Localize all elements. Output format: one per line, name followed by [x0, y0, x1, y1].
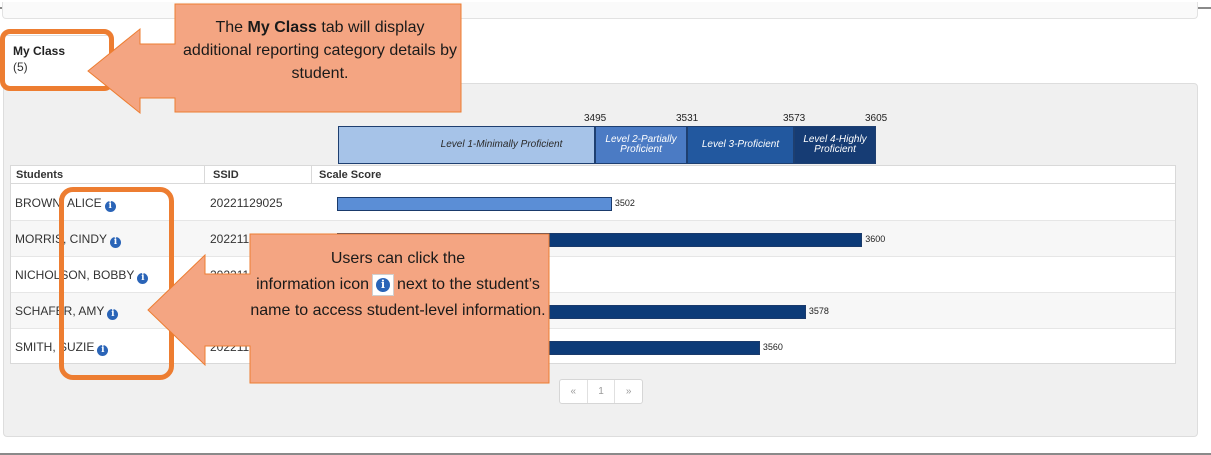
callout-tab-text: The My Class tab will display additional… — [183, 19, 457, 82]
callout-line-1: Users can click the — [330, 250, 466, 267]
callout-icon-text: Users can click the information icon i nex… — [250, 250, 546, 319]
callout-tab-bold: My Class — [247, 19, 317, 36]
info-icon: i — [372, 273, 395, 296]
